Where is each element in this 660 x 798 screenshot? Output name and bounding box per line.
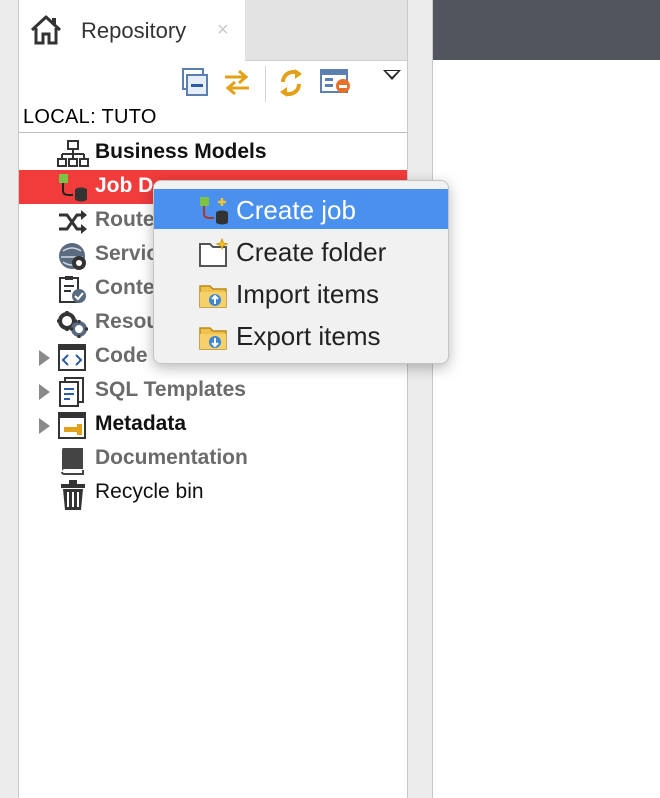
documentation-icon xyxy=(57,445,89,480)
code-icon xyxy=(57,343,89,378)
repository-panel: Repository × − + xyxy=(18,0,622,798)
expand-arrow-icon[interactable] xyxy=(39,418,50,434)
collapse-all-icon[interactable] xyxy=(179,66,209,103)
view-menu-icon[interactable] xyxy=(383,70,401,80)
tree-item-sql-templates[interactable]: SQL Templates xyxy=(19,374,407,408)
tree-item-label: Metadata xyxy=(95,412,187,435)
menu-item-import-items[interactable]: Import items xyxy=(154,273,448,313)
home-icon xyxy=(29,14,63,51)
tree-item-recycle-bin[interactable]: Recycle bin xyxy=(19,476,407,510)
project-label: LOCAL: TUTO xyxy=(23,106,157,128)
link-editor-icon[interactable] xyxy=(221,66,253,103)
editor-tab-bar xyxy=(433,0,660,60)
toolbar-separator xyxy=(265,66,266,102)
tree-item-metadata[interactable]: Metadata xyxy=(19,408,407,442)
filter-icon[interactable] xyxy=(319,66,353,103)
expand-arrow-icon[interactable] xyxy=(39,350,50,366)
tree-item-label: Recycle bin xyxy=(95,480,204,503)
editor-area xyxy=(432,0,660,798)
tree-item-documentation[interactable]: Documentation xyxy=(19,442,407,476)
tree-item-business-models[interactable]: Business Models xyxy=(19,136,407,170)
divider xyxy=(19,132,407,133)
sql-templates-icon xyxy=(57,377,89,412)
menu-item-label: Import items xyxy=(236,279,380,309)
contexts-icon xyxy=(57,275,89,310)
tree-item-label: Code xyxy=(95,344,148,367)
resources-icon xyxy=(57,309,89,344)
recycle-bin-icon xyxy=(57,479,89,516)
menu-item-export-items[interactable]: Export items xyxy=(154,315,448,355)
tree-item-label: Job D xyxy=(95,174,154,197)
close-icon[interactable]: × xyxy=(217,20,229,40)
repository-tab[interactable]: Repository × xyxy=(19,0,246,60)
menu-item-label: Create job xyxy=(236,195,356,225)
tree-item-label: Conte xyxy=(95,276,155,299)
tree-item-label: Documentation xyxy=(95,446,248,469)
metadata-icon xyxy=(57,411,89,446)
tree-item-label: Servic xyxy=(95,242,159,265)
tree-item-label: SQL Templates xyxy=(95,378,246,401)
hierarchy-icon xyxy=(57,139,89,174)
expand-arrow-icon[interactable] xyxy=(39,384,50,400)
menu-item-create-job[interactable]: Create job xyxy=(154,189,448,229)
tab-strip: − + xyxy=(245,0,622,61)
refresh-icon[interactable] xyxy=(275,66,307,105)
create-job-icon xyxy=(198,196,230,231)
menu-item-create-folder[interactable]: Create folder xyxy=(154,231,448,271)
services-icon xyxy=(57,241,89,276)
tab-title: Repository xyxy=(81,18,187,43)
routes-icon xyxy=(57,207,89,242)
import-items-icon xyxy=(198,280,230,315)
menu-item-label: Create folder xyxy=(236,237,387,267)
menu-item-label: Export items xyxy=(236,321,381,351)
context-menu: Create job Create folder Import items Ex… xyxy=(153,180,449,364)
tree-item-label: Resou xyxy=(95,310,160,333)
create-folder-icon xyxy=(198,237,230,273)
tree-item-label: Route xyxy=(95,208,155,231)
export-items-icon xyxy=(198,322,230,357)
job-icon xyxy=(57,173,89,208)
tree-item-label: Business Models xyxy=(95,140,267,163)
